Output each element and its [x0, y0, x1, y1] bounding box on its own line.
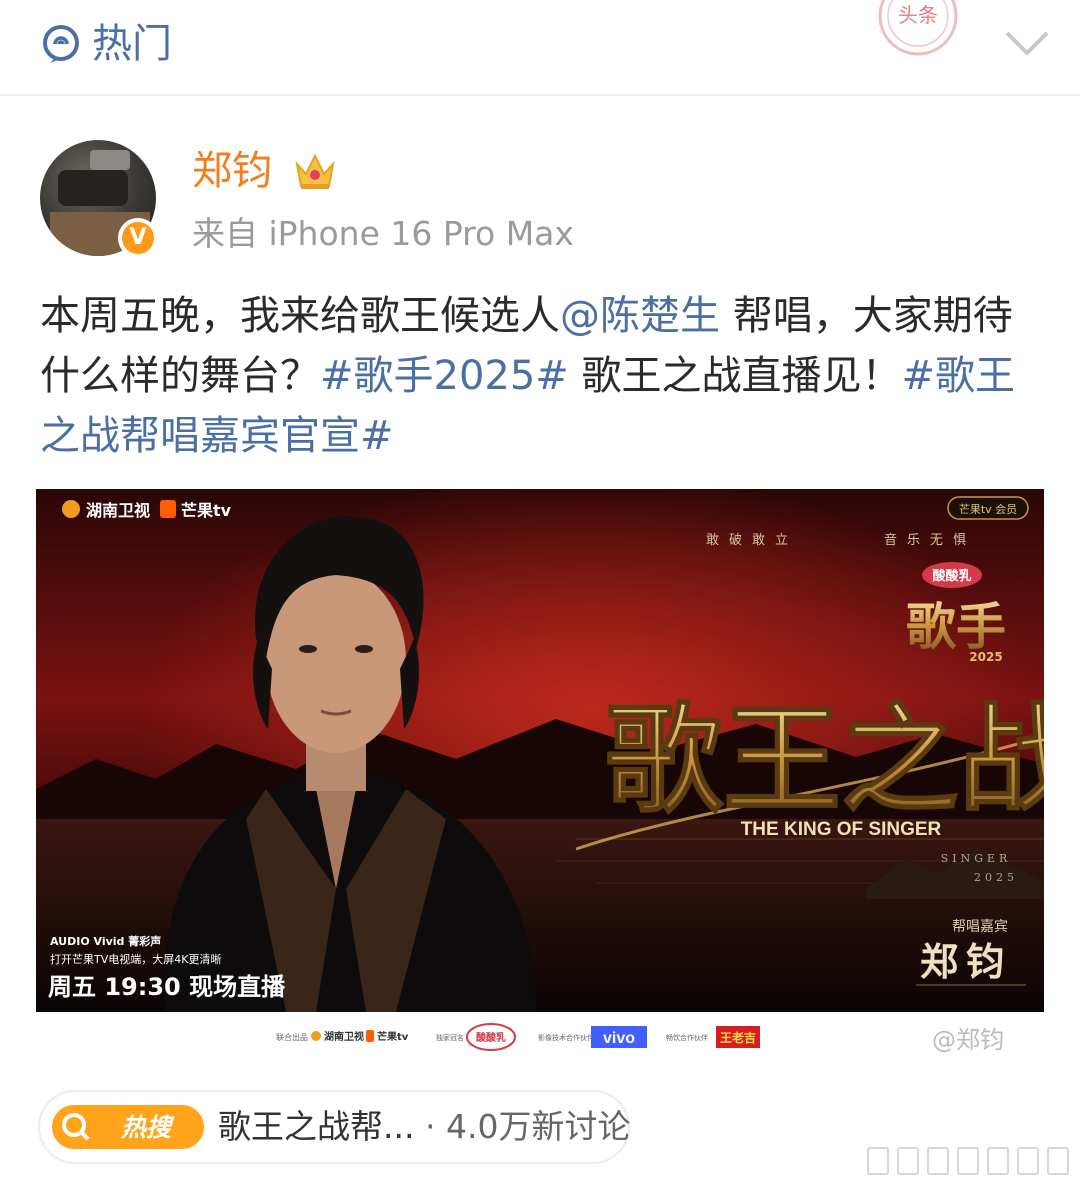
headline: 歌王之战 — [605, 690, 1044, 829]
singer-en: SINGER — [941, 852, 1012, 865]
hot-search-count: 4.0万新讨论 — [445, 1107, 631, 1146]
svg-text:湖南卫视: 湖南卫视 — [324, 1030, 364, 1043]
hot-search-chip[interactable]: 热搜 歌王之战帮... · 4.0万新讨论 — [38, 1090, 630, 1164]
post-text: 本周五晚，我来给歌王候选人@陈楚生 帮唱，大家期待什么样的舞台？#歌手2025#… — [40, 286, 1040, 466]
hot-search-title: 歌王之战帮... — [218, 1107, 415, 1146]
text-part-1: 本周五晚，我来给歌王候选人 — [40, 293, 560, 339]
hot-search-text: 歌王之战帮... · 4.0万新讨论 — [218, 1104, 630, 1150]
mango-tv-logo: 芒果tv — [160, 500, 232, 520]
svg-text:影像技术合作伙伴: 影像技术合作伙伴 — [538, 1033, 594, 1042]
guest-name: 郑钧 — [920, 939, 1012, 984]
svg-text:酸酸乳: 酸酸乳 — [932, 568, 971, 584]
post-source: 来自 iPhone 16 Pro Max — [192, 214, 574, 253]
text-part-3: 歌王之战直播见！ — [568, 353, 902, 399]
verified-badge-icon: V — [118, 218, 158, 258]
author-name[interactable]: 郑钧 — [192, 146, 272, 196]
crown-icon — [295, 153, 335, 189]
hot-search-separator: · — [424, 1107, 436, 1146]
svg-text:芒果tv: 芒果tv — [377, 1030, 409, 1043]
svg-text:vivo: vivo — [603, 1030, 635, 1047]
svg-text:畅饮合作伙伴: 畅饮合作伙伴 — [666, 1033, 708, 1042]
guest-label: 帮唱嘉宾 — [952, 919, 1008, 935]
slogan-right: 音乐无惧 — [884, 532, 976, 548]
image-watermark: @郑钧 — [932, 1026, 1004, 1054]
svg-text:芒果tv 会员: 芒果tv 会员 — [959, 503, 1017, 516]
audio-tip: 打开芒果TV电视端，大屏4K更清晰 — [50, 952, 221, 966]
post-image[interactable]: 湖南卫视 芒果tv 芒果tv 会员 敢破敢立 音乐无惧 酸酸乳 歌手 2025 … — [36, 489, 1044, 1012]
feed-header: 热门 头条 — [0, 0, 1080, 96]
svg-text:芒果tv: 芒果tv — [181, 501, 232, 520]
home-indicator — [867, 1147, 1069, 1175]
singer-year: 2025 — [974, 871, 1018, 884]
subtitle-en: THE KING OF SINGER — [741, 819, 942, 840]
chevron-down-icon[interactable] — [1004, 28, 1050, 58]
show-year: 2025 — [969, 650, 1002, 664]
hashtag-link[interactable]: #歌手2025# — [320, 353, 569, 399]
hot-topic-icon — [43, 25, 79, 63]
page-title: 热门 — [92, 21, 172, 67]
show-name: 歌手 — [906, 597, 1006, 656]
schedule: 周五 19:30 现场直播 — [48, 973, 286, 1001]
hot-search-badge: 热搜 — [52, 1105, 204, 1149]
stamp-icon: 头条 — [878, 0, 958, 56]
svg-text:湖南卫视: 湖南卫视 — [86, 501, 150, 520]
member-badge: 芒果tv 会员 — [947, 496, 1029, 520]
sponsor-logo: 酸酸乳 — [922, 562, 982, 588]
mention-link[interactable]: @陈楚生 — [560, 293, 720, 339]
audio-brand: AUDIO Vivid 菁彩声 — [50, 934, 161, 948]
svg-text:王老吉: 王老吉 — [720, 1030, 756, 1045]
stamp-text: 头条 — [898, 3, 938, 27]
slogan-left: 敢破敢立 — [706, 533, 798, 548]
svg-text:独家冠名: 独家冠名 — [436, 1033, 464, 1042]
svg-text:热搜: 热搜 — [120, 1113, 175, 1142]
svg-text:联合出品: 联合出品 — [276, 1032, 308, 1042]
poster-footer: 联合出品 湖南卫视 芒果tv 独家冠名 酸酸乳 影像技术合作伙伴 vivo 畅饮… — [36, 1012, 1044, 1062]
svg-text:酸酸乳: 酸酸乳 — [476, 1031, 506, 1044]
